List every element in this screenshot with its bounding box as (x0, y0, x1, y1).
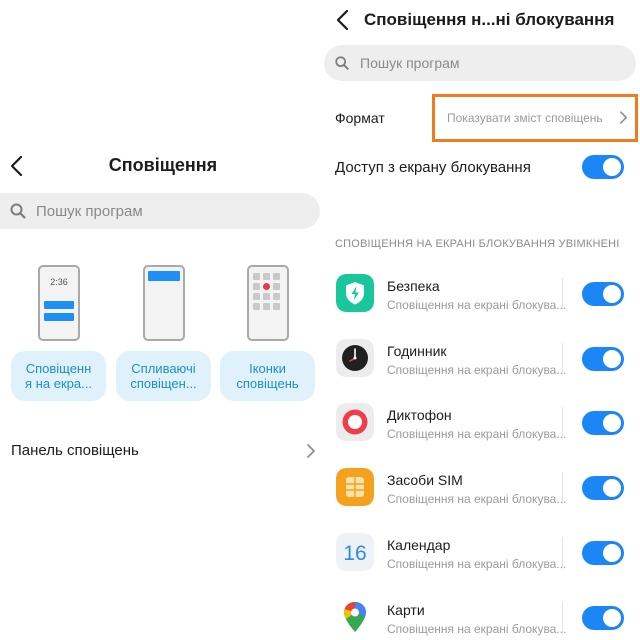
app-subtitle: Сповіщення на екрані блокува... (387, 298, 567, 312)
option-floating-notifications[interactable]: Спливаючі сповіщен... (116, 351, 211, 401)
lock-screen-illustration[interactable]: 2:36 (38, 265, 80, 341)
app-name: Безпека (387, 278, 440, 294)
chevron-right-icon (619, 111, 628, 124)
toggle-knob (603, 158, 621, 176)
lock-access-toggle[interactable] (582, 155, 624, 179)
clock-icon (336, 339, 374, 377)
divider (562, 602, 563, 634)
divider (562, 343, 563, 375)
sim-card-icon (336, 468, 374, 506)
app-row-sim-tools[interactable]: Засоби SIM Сповіщення на екрані блокува.… (322, 468, 640, 528)
floating-illustration[interactable] (143, 265, 185, 341)
search-input[interactable]: Пошук програм (0, 193, 320, 229)
app-toggle[interactable] (582, 282, 624, 306)
toggle-knob (603, 544, 621, 562)
chevron-right-icon (307, 444, 315, 458)
divider (562, 472, 563, 504)
format-label: Формат (335, 110, 385, 126)
app-subtitle: Сповіщення на екрані блокува... (387, 492, 567, 506)
badge-illustration[interactable] (247, 265, 289, 341)
app-toggle[interactable] (582, 541, 624, 565)
app-subtitle: Сповіщення на екрані блокува... (387, 427, 567, 441)
page-title: Сповіщення (108, 155, 218, 175)
search-placeholder: Пошук програм (360, 55, 460, 71)
search-icon (335, 56, 349, 70)
svg-text:16: 16 (343, 542, 366, 565)
app-row-calendar[interactable]: 16 Календар Сповіщення на екрані блокува… (322, 533, 640, 593)
search-icon (10, 203, 26, 219)
app-row-maps[interactable]: Карти Сповіщення на екрані блокува... (322, 598, 640, 640)
lock-time: 2:36 (50, 277, 68, 287)
app-name: Календар (387, 537, 451, 553)
app-row-recorder[interactable]: Диктофон Сповіщення на екрані блокува... (322, 403, 640, 463)
lock-screen-notifications-screen: Сповіщення н...ні блокування Пошук прогр… (322, 0, 640, 640)
format-value: Показувати зміст сповіщень (447, 111, 603, 125)
app-toggle[interactable] (582, 606, 624, 630)
lock-access-label: Доступ з екрану блокування (335, 159, 531, 176)
app-toggle[interactable] (582, 347, 624, 371)
option-notification-badges[interactable]: Іконки сповіщень (220, 351, 315, 401)
floating-notification-bar (148, 271, 180, 281)
toggle-knob (603, 414, 621, 432)
app-row-clock[interactable]: Годинник Сповіщення на екрані блокува... (322, 339, 640, 399)
option-lock-screen-notifications[interactable]: Сповіщенн я на екра... (11, 351, 106, 401)
divider (562, 278, 563, 310)
app-toggle[interactable] (582, 411, 624, 435)
option-label: Іконки сповіщень (236, 361, 299, 391)
search-placeholder: Пошук програм (36, 202, 143, 220)
page-title: Сповіщення н...ні блокування (364, 10, 615, 29)
app-subtitle: Сповіщення на екрані блокува... (387, 622, 567, 636)
notification-bar (44, 301, 74, 309)
app-name: Диктофон (387, 407, 452, 423)
app-row-security[interactable]: Безпека Сповіщення на екрані блокува... (322, 274, 640, 334)
divider (562, 537, 563, 569)
toggle-knob (603, 479, 621, 497)
notifications-screen: Сповіщення Пошук програм 2:36 Сповіщенн … (0, 0, 322, 640)
app-name: Карти (387, 602, 425, 618)
maps-pin-icon (344, 602, 366, 632)
app-name: Засоби SIM (387, 472, 463, 488)
app-subtitle: Сповіщення на екрані блокува... (387, 363, 567, 377)
format-selector[interactable]: Показувати зміст сповіщень (432, 94, 638, 142)
option-label: Сповіщенн я на екра... (25, 361, 92, 391)
toggle-knob (603, 350, 621, 368)
app-name: Годинник (387, 343, 447, 359)
divider (562, 407, 563, 439)
security-shield-icon (336, 274, 374, 312)
app-toggle[interactable] (582, 476, 624, 500)
notification-bar (44, 313, 74, 321)
back-arrow-icon[interactable] (332, 7, 354, 33)
calendar-icon: 16 (336, 533, 374, 571)
app-icon-grid (253, 273, 283, 310)
recorder-icon (336, 403, 374, 441)
row-label: Панель сповіщень (11, 442, 139, 459)
search-input[interactable]: Пошук програм (324, 45, 636, 81)
app-subtitle: Сповіщення на екрані блокува... (387, 557, 567, 571)
notification-panel-row[interactable]: Панель сповіщень (0, 436, 322, 466)
toggle-knob (603, 609, 621, 627)
option-label: Спливаючі сповіщен... (130, 361, 197, 391)
toggle-knob (603, 285, 621, 303)
section-header: СПОВІЩЕННЯ НА ЕКРАНІ БЛОКУВАННЯ УВІМКНЕН… (335, 238, 620, 250)
